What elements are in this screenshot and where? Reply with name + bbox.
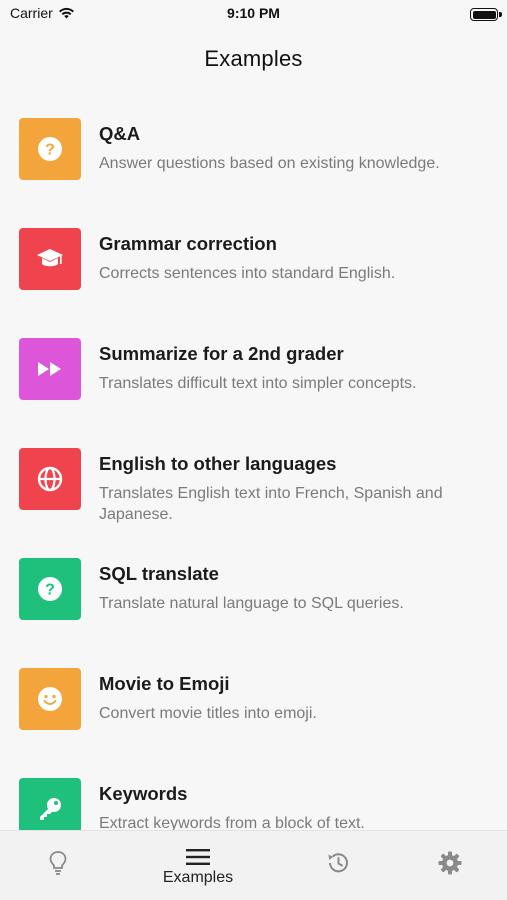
item-description: Translates English text into French, Spa… [99,485,443,523]
item-title: Movie to Emoji [99,673,230,694]
item-title: English to other languages [99,453,337,474]
item-title: Summarize for a 2nd grader [99,343,344,364]
gear-icon [438,851,462,875]
item-icon-tile [19,338,81,400]
item-title: Q&A [99,123,141,144]
item-icon-tile [19,228,81,290]
battery-cap [499,12,502,17]
list-item-summarize[interactable]: Summarize for a 2nd grader Translates di… [0,338,507,448]
item-title: Grammar correction [99,233,277,254]
menu-icon [186,849,210,865]
svg-text:?: ? [45,582,55,599]
lightbulb-icon [49,851,67,875]
item-description: Translates difficult text into simpler c… [99,375,417,392]
item-description: Answer questions based on existing knowl… [99,155,440,172]
tab-examples[interactable]: Examples [143,831,253,900]
item-title: SQL translate [99,563,219,584]
tab-label: Examples [162,869,234,886]
examples-list: ? Q&A Answer questions based on existing… [0,118,507,888]
tab-history[interactable] [283,831,393,900]
item-description: Translate natural language to SQL querie… [99,595,404,612]
fast-forward-icon [38,362,61,376]
tab-ideas[interactable] [3,831,113,900]
list-item-grammar-correction[interactable]: Grammar correction Corrects sentences in… [0,228,507,338]
list-item-qa[interactable]: ? Q&A Answer questions based on existing… [0,118,507,228]
smiley-icon [38,687,62,711]
item-title: Keywords [99,783,188,804]
question-icon: ? [38,137,62,161]
question-icon: ? [38,577,62,601]
clock: 9:10 PM [227,5,280,21]
svg-text:?: ? [45,142,55,159]
tab-bar: Examples [0,830,507,900]
status-bar: Carrier 9:10 PM [0,0,507,30]
item-icon-tile: ? [19,118,81,180]
globe-icon [37,466,63,492]
graduation-cap-icon [37,249,63,267]
item-description: Convert movie titles into emoji. [99,705,317,722]
battery-icon [470,8,498,21]
item-icon-tile [19,448,81,510]
item-description: Corrects sentences into standard English… [99,265,396,282]
screen: Carrier 9:10 PM Examples ? Q&A Answer qu… [0,0,507,900]
tab-settings[interactable] [395,831,505,900]
page-title: Examples [204,46,303,71]
list-item-sql-translate[interactable]: ? SQL translate Translate natural langua… [0,558,507,668]
list-item-english-to-other-languages[interactable]: English to other languages Translates En… [0,448,507,558]
item-icon-tile [19,668,81,730]
history-icon [328,853,348,873]
key-icon [40,798,61,820]
list-item-movie-to-emoji[interactable]: Movie to Emoji Convert movie titles into… [0,668,507,778]
item-icon-tile: ? [19,558,81,620]
